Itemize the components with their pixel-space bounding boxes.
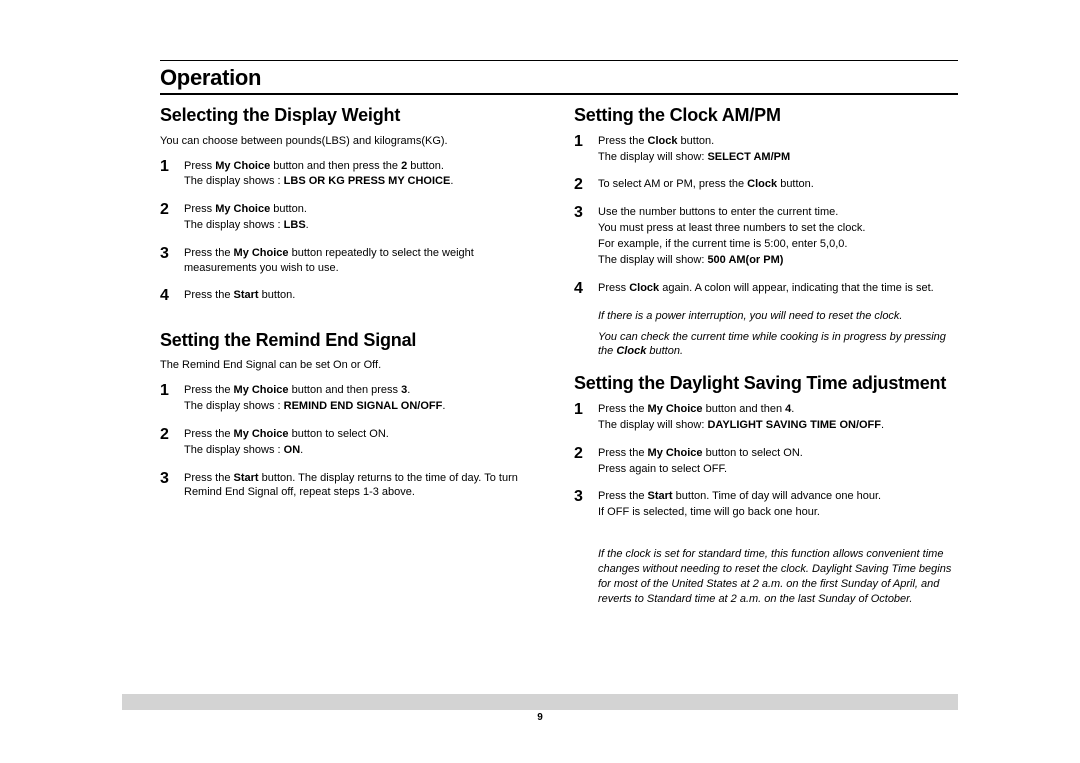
step: 3 Press the My Choice button repeatedly … <box>160 246 544 276</box>
step: 2 Press the My Choice button to select O… <box>574 446 958 478</box>
step-body: Press the My Choice button and then 4. T… <box>598 402 958 434</box>
step-number: 4 <box>574 281 588 297</box>
step-body: Press My Choice button and then press th… <box>184 159 544 191</box>
step: 1 Press My Choice button and then press … <box>160 159 544 191</box>
rule-top <box>160 60 958 61</box>
step-body: Press the Start button. <box>184 288 544 303</box>
step: 4 Press Clock again. A colon will appear… <box>574 281 958 297</box>
section-intro: You can choose between pounds(LBS) and k… <box>160 134 544 149</box>
footer-bar <box>122 694 958 710</box>
step: 2 Press My Choice button. The display sh… <box>160 202 544 234</box>
step: 2 Press the My Choice button to select O… <box>160 427 544 459</box>
rule-header-underline <box>160 93 958 95</box>
step-body: Press the Start button. The display retu… <box>184 471 544 501</box>
section-title: Setting the Clock AM/PM <box>574 105 958 126</box>
page-header: Operation <box>160 65 958 91</box>
step: 3 Use the number buttons to enter the cu… <box>574 205 958 268</box>
section-title: Selecting the Display Weight <box>160 105 544 126</box>
step-body: Press the Start button. Time of day will… <box>598 489 958 521</box>
step-number: 2 <box>160 427 174 443</box>
footer: 9 <box>122 694 958 723</box>
step-number: 3 <box>160 246 174 262</box>
note-text: If the clock is set for standard time, t… <box>598 547 958 606</box>
step-number: 2 <box>160 202 174 218</box>
step-number: 1 <box>574 134 588 150</box>
step-body: Press the Clock button. The display will… <box>598 134 958 166</box>
step-body: Use the number buttons to enter the curr… <box>598 205 958 268</box>
step: 2 To select AM or PM, press the Clock bu… <box>574 177 958 193</box>
step-number: 3 <box>574 489 588 505</box>
step: 4 Press the Start button. <box>160 288 544 304</box>
step-number: 2 <box>574 177 588 193</box>
step: 1 Press the My Choice button and then pr… <box>160 383 544 415</box>
note-text: You can check the current time while coo… <box>598 330 958 360</box>
step: 3 Press the Start button. The display re… <box>160 471 544 501</box>
step-number: 1 <box>160 383 174 399</box>
step-number: 1 <box>574 402 588 418</box>
left-column: Selecting the Display Weight You can cho… <box>160 105 544 606</box>
section-title: Setting the Remind End Signal <box>160 330 544 351</box>
step-body: To select AM or PM, press the Clock butt… <box>598 177 958 192</box>
step: 3 Press the Start button. Time of day wi… <box>574 489 958 521</box>
step-number: 2 <box>574 446 588 462</box>
document-page: Operation Selecting the Display Weight Y… <box>0 0 1080 763</box>
section-title: Setting the Daylight Saving Time adjustm… <box>574 373 958 394</box>
step-body: Press the My Choice button repeatedly to… <box>184 246 544 276</box>
page-number: 9 <box>122 712 958 723</box>
step-body: Press the My Choice button to select ON.… <box>184 427 544 459</box>
step: 1 Press the My Choice button and then 4.… <box>574 402 958 434</box>
step-body: Press Clock again. A colon will appear, … <box>598 281 958 296</box>
step-body: Press My Choice button. The display show… <box>184 202 544 234</box>
step-number: 4 <box>160 288 174 304</box>
step-body: Press the My Choice button and then pres… <box>184 383 544 415</box>
step-number: 3 <box>574 205 588 221</box>
section-intro: The Remind End Signal can be set On or O… <box>160 358 544 373</box>
note-text: If there is a power interruption, you wi… <box>598 309 958 324</box>
two-column-layout: Selecting the Display Weight You can cho… <box>160 105 958 606</box>
step-body: Press the My Choice button to select ON.… <box>598 446 958 478</box>
step-number: 1 <box>160 159 174 175</box>
right-column: Setting the Clock AM/PM 1 Press the Cloc… <box>574 105 958 606</box>
step: 1 Press the Clock button. The display wi… <box>574 134 958 166</box>
step-number: 3 <box>160 471 174 487</box>
